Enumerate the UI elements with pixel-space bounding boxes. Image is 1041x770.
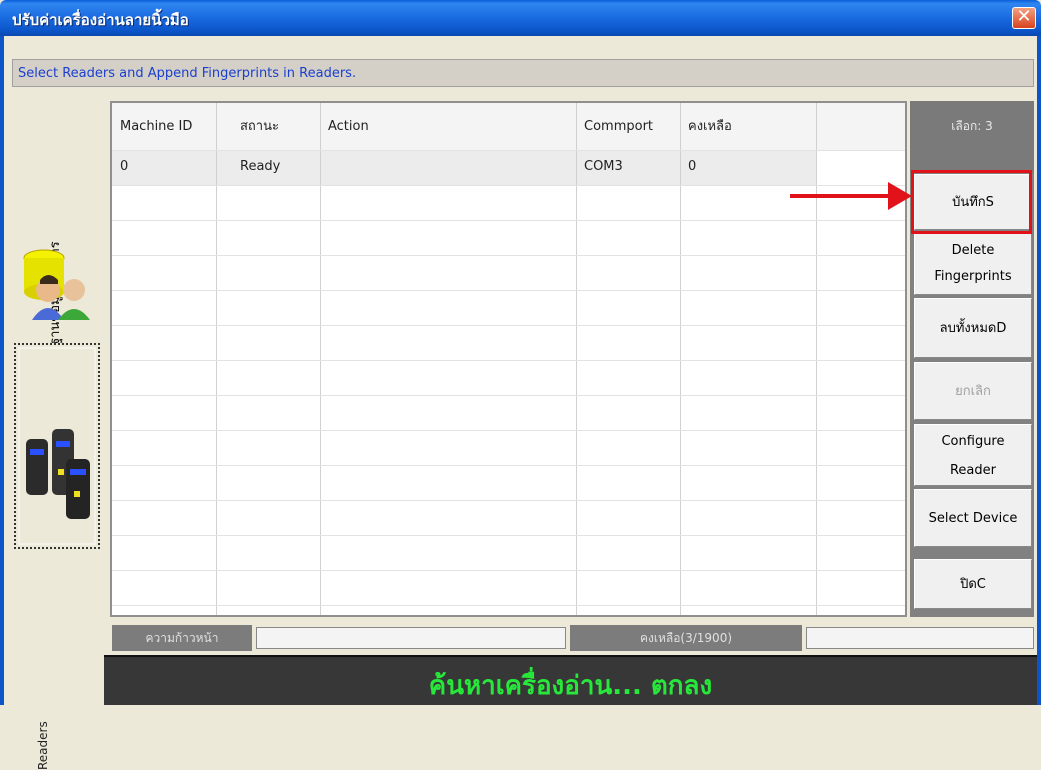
- title-bar: ปรับค่าเครื่องอ่านลายนิ้วมือ ✕: [0, 0, 1041, 36]
- column-header-action[interactable]: Action: [320, 109, 576, 145]
- row-divider: [112, 325, 905, 326]
- row-divider: [112, 500, 905, 501]
- remaining-label: คงเหลือ(3/1900): [570, 625, 802, 651]
- column-header-status[interactable]: สถานะ: [232, 109, 320, 145]
- annotation-arrow-head: [888, 182, 912, 210]
- delete-fingerprints-label-line1: Delete: [951, 243, 995, 258]
- fingerprint-readers-icon: [26, 429, 90, 519]
- select-device-button[interactable]: Select Device: [914, 489, 1032, 547]
- tab-cardholder-database[interactable]: ฐานข้อมูลผู้ถือบัตร: [14, 100, 100, 345]
- close-icon: ✕: [1016, 6, 1032, 27]
- cell-machine-id: 0: [120, 159, 129, 174]
- column-header-remaining[interactable]: คงเหลือ: [680, 109, 816, 145]
- cancel-button[interactable]: ยกเลิก: [914, 362, 1032, 420]
- remaining-field: [806, 627, 1034, 649]
- progress-field: [256, 627, 566, 649]
- row-divider: [112, 360, 905, 361]
- row-divider: [112, 395, 905, 396]
- row-divider: [112, 255, 905, 256]
- close-window-button[interactable]: ✕: [1012, 7, 1036, 29]
- cell-status: Ready: [240, 159, 281, 174]
- window-border-right: [1037, 36, 1041, 705]
- configure-reader-label-line2: Reader: [949, 463, 996, 478]
- configure-reader-button[interactable]: Configure Reader: [914, 424, 1032, 486]
- tab-readers-label: Readers: [36, 721, 50, 770]
- row-divider: [112, 220, 905, 221]
- cell-commport: COM3: [584, 159, 623, 174]
- tab-readers[interactable]: Readers: [14, 343, 100, 770]
- column-header-machine-id[interactable]: Machine ID: [112, 109, 216, 145]
- instruction-text: Select Readers and Append Fingerprints i…: [18, 66, 357, 81]
- window-border-left: [0, 36, 4, 705]
- status-message: ค้นหาเครื่องอ่าน... ตกลง: [428, 671, 713, 701]
- annotation-arrow: [790, 194, 890, 198]
- row-divider: [112, 290, 905, 291]
- row-divider: [112, 535, 905, 536]
- users-database-icon: [23, 249, 90, 320]
- save-highlight-box: [911, 170, 1032, 234]
- status-message-panel: ค้นหาเครื่องอ่าน... ตกลง: [104, 655, 1037, 705]
- row-divider: [112, 185, 905, 186]
- delete-fingerprints-button[interactable]: Delete Fingerprints: [914, 233, 1032, 295]
- readers-table: Machine ID สถานะ Action Commport คงเหลือ…: [110, 101, 907, 617]
- close-button[interactable]: ปิดC: [914, 559, 1032, 609]
- configure-reader-label-line1: Configure: [941, 434, 1005, 449]
- column-header-commport[interactable]: Commport: [576, 109, 680, 145]
- window-title: ปรับค่าเครื่องอ่านลายนิ้วมือ: [12, 11, 189, 29]
- cell-action: [320, 149, 576, 185]
- row-divider: [112, 570, 905, 571]
- selected-count-label: เลือก: 3: [910, 101, 1034, 173]
- row-divider: [112, 430, 905, 431]
- delete-all-button[interactable]: ลบทั้งหมดD: [914, 298, 1032, 358]
- cell-remaining: 0: [688, 159, 697, 174]
- progress-label: ความก้าวหน้า: [112, 625, 252, 651]
- delete-fingerprints-label-line2: Fingerprints: [934, 269, 1012, 284]
- row-divider: [112, 465, 905, 466]
- instruction-bar: Select Readers and Append Fingerprints i…: [12, 59, 1034, 87]
- row-divider: [112, 605, 905, 606]
